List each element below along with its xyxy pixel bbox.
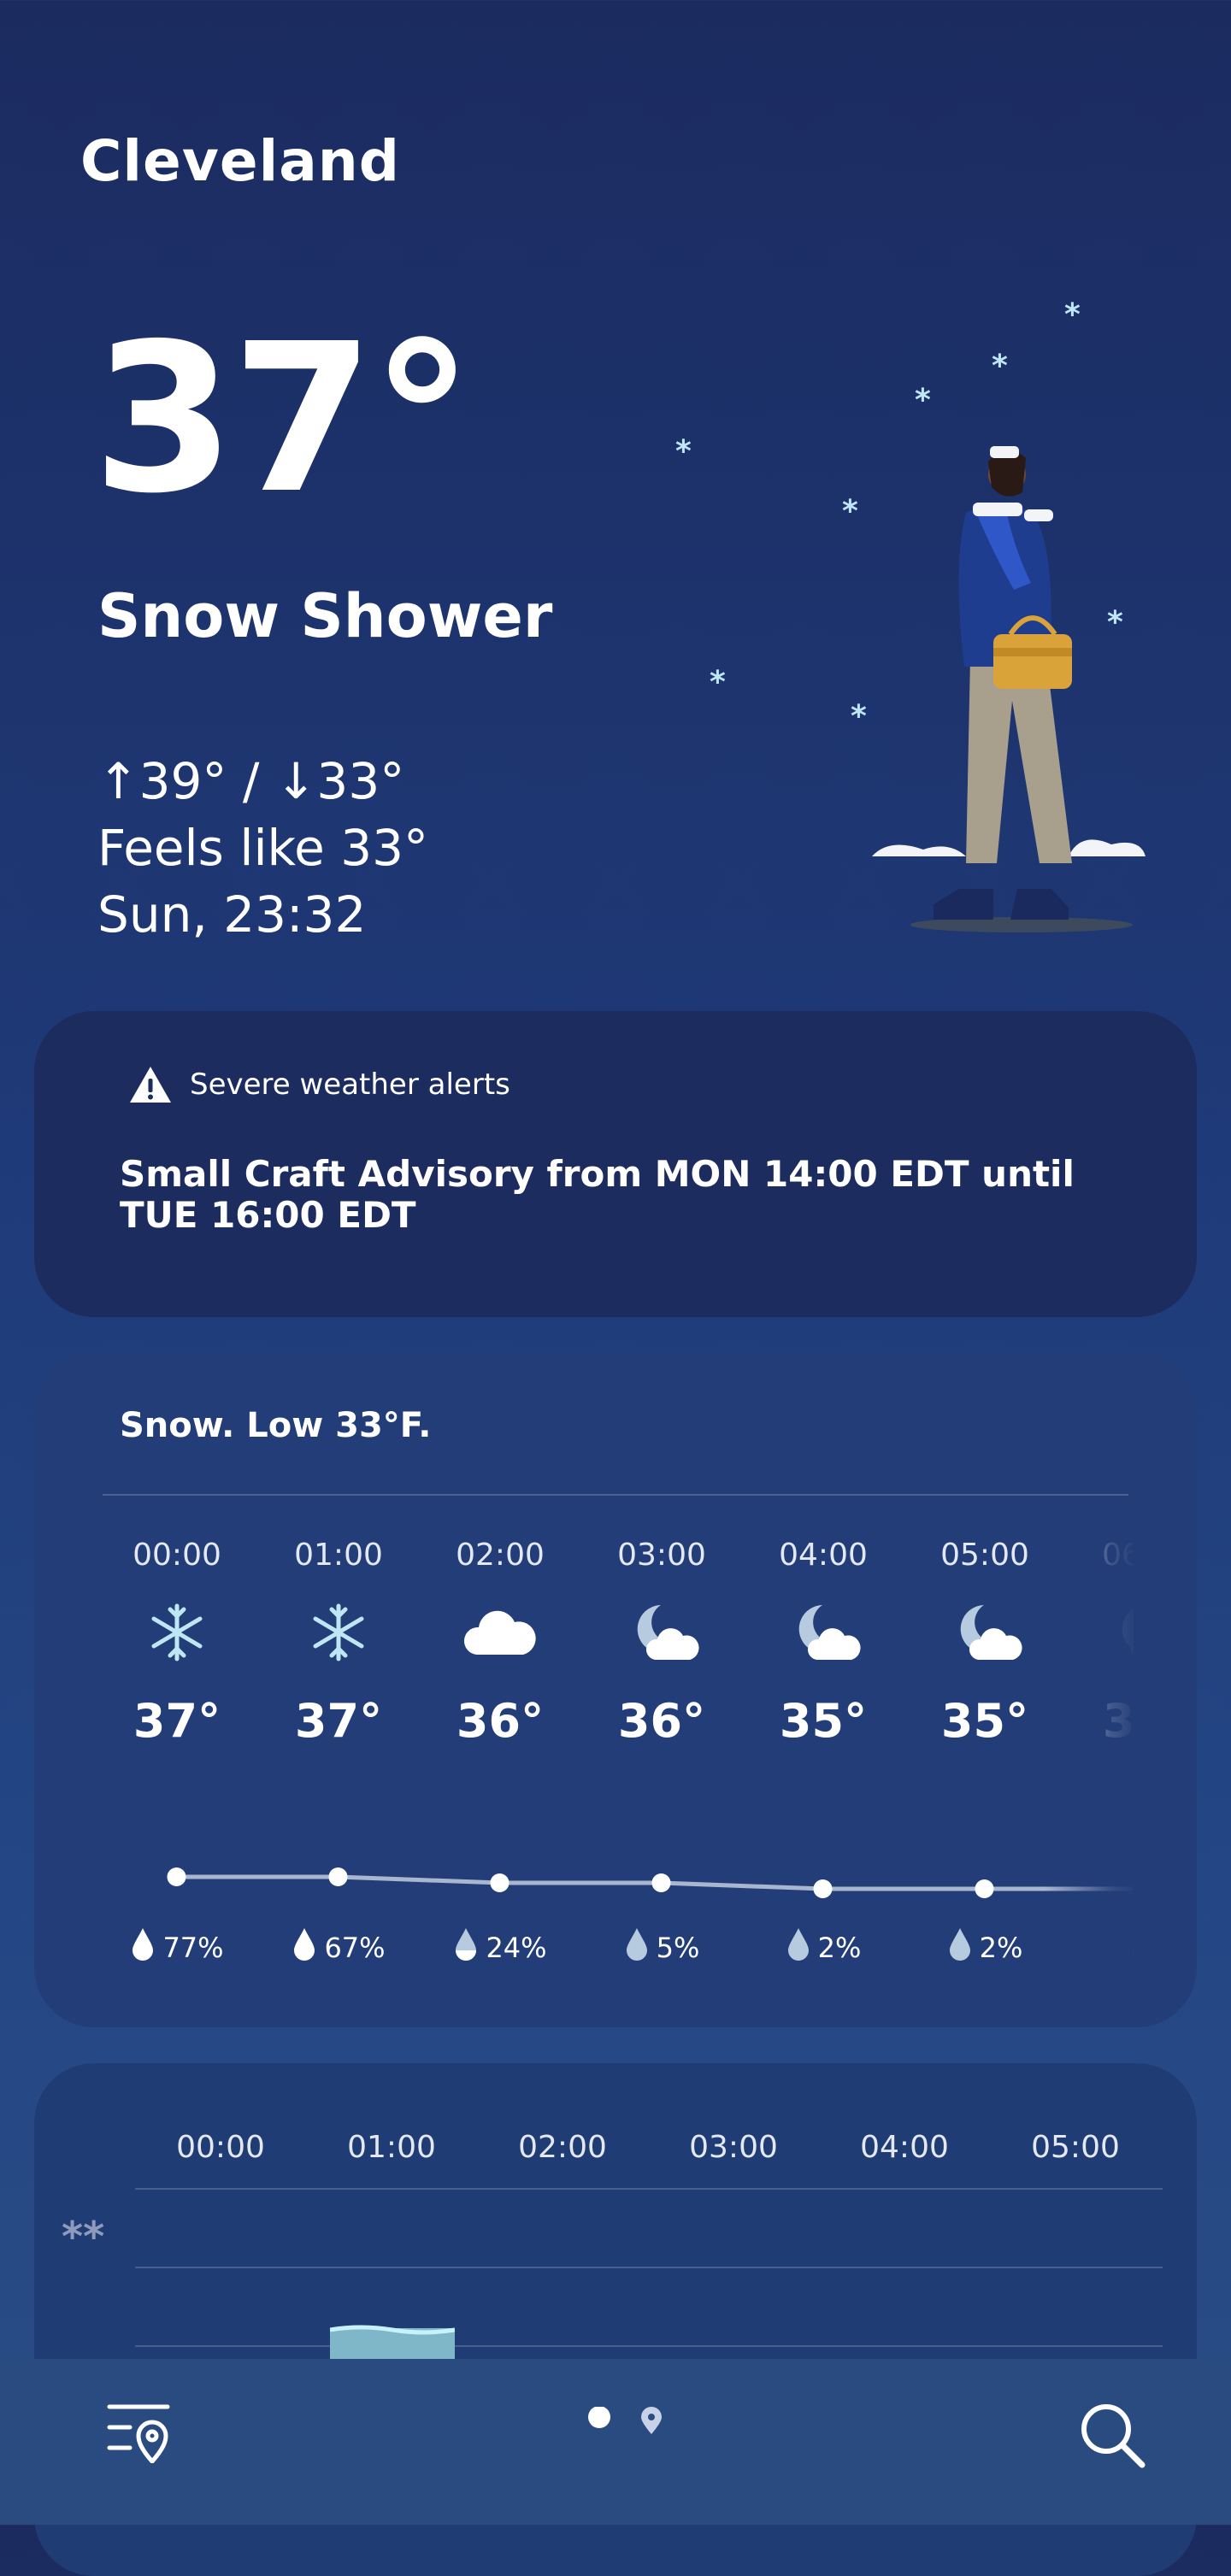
svg-text:*: *	[842, 494, 858, 529]
person-figure	[934, 446, 1072, 920]
moon-cloud-icon	[904, 1581, 1066, 1684]
snow-scale-icon: ⁎⁎	[62, 2202, 105, 2250]
bottom-navigation-bar	[0, 2359, 1231, 2525]
strip-fade-overlay	[1045, 1530, 1134, 1991]
hour-time: 01:00	[294, 1538, 383, 1573]
hour-time: 05:00	[940, 1538, 1029, 1573]
raindrop-icon	[130, 1926, 156, 1969]
hour-temperature: 37°	[294, 1694, 383, 1748]
precip-chance: 2%	[979, 1932, 1023, 1964]
current-condition: Snow Shower	[97, 581, 553, 651]
hour-temperature: 37°	[133, 1694, 221, 1748]
svg-text:*: *	[915, 383, 931, 418]
temperature-point	[167, 1867, 186, 1886]
alerts-header: Severe weather alerts	[128, 1065, 510, 1104]
snowflake-icon	[96, 1581, 258, 1684]
precip-chance: 67%	[324, 1932, 386, 1964]
svg-text:*: *	[710, 665, 726, 700]
precip-gridline-top	[135, 2188, 1163, 2190]
hour-time: 02:00	[456, 1538, 545, 1573]
precip-time-label: 02:00	[518, 2130, 607, 2165]
precip-time-label: 05:00	[1031, 2130, 1120, 2165]
warning-icon	[130, 1067, 171, 1103]
svg-text:*: *	[1064, 297, 1081, 332]
raindrop-icon	[624, 1926, 650, 1969]
precipitation-bar	[330, 2325, 455, 2359]
svg-text:*: *	[1107, 605, 1123, 640]
hour-column: 00:00 37°	[96, 1530, 258, 1756]
hour-column: 04:00 35°	[742, 1530, 904, 1756]
hour-column: 01:00 37°	[257, 1530, 420, 1756]
current-datetime: Sun, 23:32	[97, 885, 367, 944]
hour-column: 03:00 36°	[580, 1530, 743, 1756]
current-temperature: 37°	[92, 299, 474, 538]
precip-time-label: 04:00	[860, 2130, 949, 2165]
temperature-point	[975, 1879, 994, 1898]
hour-temperature: 36°	[456, 1694, 545, 1748]
hour-time: 03:00	[617, 1538, 706, 1573]
hour-column: 02:00 36°	[419, 1530, 581, 1756]
hour-column: 05:00 35°	[904, 1530, 1066, 1756]
hour-precipitation: 5%	[580, 1926, 743, 1969]
precip-chance: 2%	[817, 1932, 862, 1964]
hour-time: 04:00	[779, 1538, 868, 1573]
alert-message: Small Craft Advisory from MON 14:00 EDT …	[120, 1153, 1075, 1236]
city-name: Cleveland	[80, 128, 400, 194]
cloud-icon	[419, 1581, 581, 1684]
moon-cloud-icon	[580, 1581, 743, 1684]
hour-time: 00:00	[133, 1538, 221, 1573]
snowflake-icon	[257, 1581, 420, 1684]
forecast-summary: Snow. Low 33°F.	[120, 1406, 432, 1445]
precip-chance: 77%	[162, 1932, 224, 1964]
hour-precipitation: 67%	[257, 1926, 420, 1969]
temperature-point	[813, 1879, 833, 1898]
location-list-icon[interactable]	[106, 2400, 174, 2463]
precip-time-label: 01:00	[347, 2130, 436, 2165]
temperature-point	[328, 1867, 348, 1886]
precip-time-label: 03:00	[689, 2130, 778, 2165]
precip-time-label: 00:00	[176, 2130, 265, 2165]
raindrop-icon	[947, 1926, 973, 1969]
precip-chance: 24%	[486, 1932, 547, 1964]
feels-like-temperature: Feels like 33°	[97, 819, 428, 877]
moon-cloud-icon	[742, 1581, 904, 1684]
raindrop-icon	[786, 1926, 811, 1969]
svg-text:*: *	[851, 699, 867, 734]
svg-text:*: *	[675, 434, 692, 469]
raindrop-icon	[292, 1926, 317, 1969]
hour-temperature: 35°	[779, 1694, 868, 1748]
page-dot-icon	[588, 2407, 610, 2428]
weather-illustration: *** *** ***	[675, 297, 1146, 932]
hour-temperature: 36°	[617, 1694, 706, 1748]
svg-text:*: *	[992, 349, 1008, 384]
hour-precipitation: 2%	[742, 1926, 904, 1969]
hour-precipitation: 24%	[419, 1926, 581, 1969]
temperature-point	[651, 1873, 671, 1892]
alerts-heading: Severe weather alerts	[190, 1067, 510, 1102]
precip-gridline-middle	[135, 2267, 1163, 2268]
hour-temperature: 35°	[940, 1694, 1029, 1748]
page-indicator	[588, 2407, 662, 2434]
hour-precipitation: 77%	[96, 1926, 258, 1969]
search-icon[interactable]	[1079, 2402, 1146, 2468]
precip-gridline-bottom	[135, 2345, 1163, 2347]
temperature-point	[490, 1873, 509, 1892]
hourly-forecast-strip[interactable]: 00:00 37° 77% 01:00 37° 67% 02:00 36° 24% 03:00 36…	[96, 1530, 1134, 1991]
raindrop-icon	[453, 1926, 479, 1969]
precip-chance: 5%	[656, 1932, 700, 1964]
summary-divider	[103, 1494, 1128, 1496]
high-low-temperature: ↑39° / ↓33°	[97, 752, 405, 810]
hour-precipitation: 2%	[904, 1926, 1066, 1969]
